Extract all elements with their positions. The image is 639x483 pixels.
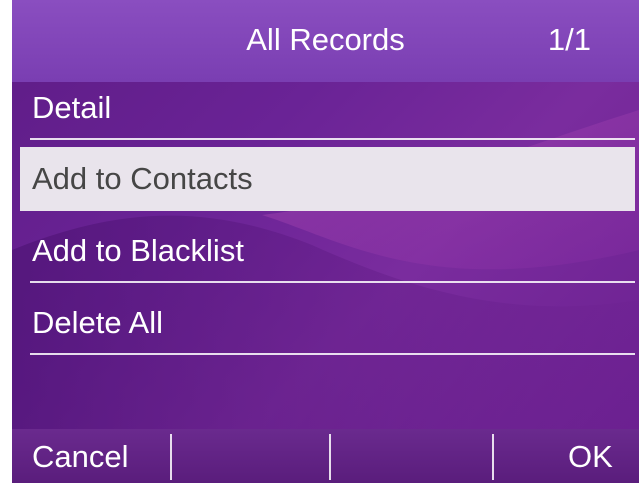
menu-item-label: Detail bbox=[32, 90, 112, 125]
menu-divider bbox=[30, 353, 635, 355]
menu-item-detail[interactable]: Detail bbox=[20, 76, 635, 140]
menu-divider bbox=[30, 281, 635, 283]
title-bar: All Records 1/1 bbox=[12, 0, 639, 82]
softkey-bar: Cancel OK bbox=[12, 429, 639, 483]
screen-title: All Records bbox=[246, 22, 405, 57]
menu-item-add-to-contacts[interactable]: Add to Contacts bbox=[20, 147, 635, 211]
menu-item-add-to-blacklist[interactable]: Add to Blacklist bbox=[20, 219, 635, 283]
cancel-softkey-label: Cancel bbox=[32, 439, 129, 474]
ok-softkey-label: OK bbox=[568, 439, 613, 474]
menu-item-label: Add to Blacklist bbox=[32, 233, 244, 268]
menu-item-label: Delete All bbox=[32, 305, 163, 340]
menu-divider bbox=[30, 138, 635, 140]
phone-screen: All Records 1/1 Detail Add to Contacts A… bbox=[12, 0, 639, 483]
menu-item-label: Add to Contacts bbox=[32, 161, 253, 196]
cancel-softkey[interactable]: Cancel bbox=[12, 429, 170, 483]
softkey-2[interactable] bbox=[172, 429, 328, 483]
softkey-3[interactable] bbox=[331, 429, 491, 483]
menu-item-delete-all[interactable]: Delete All bbox=[20, 291, 635, 355]
page-indicator: 1/1 bbox=[547, 22, 591, 57]
ok-softkey[interactable]: OK bbox=[494, 429, 639, 483]
